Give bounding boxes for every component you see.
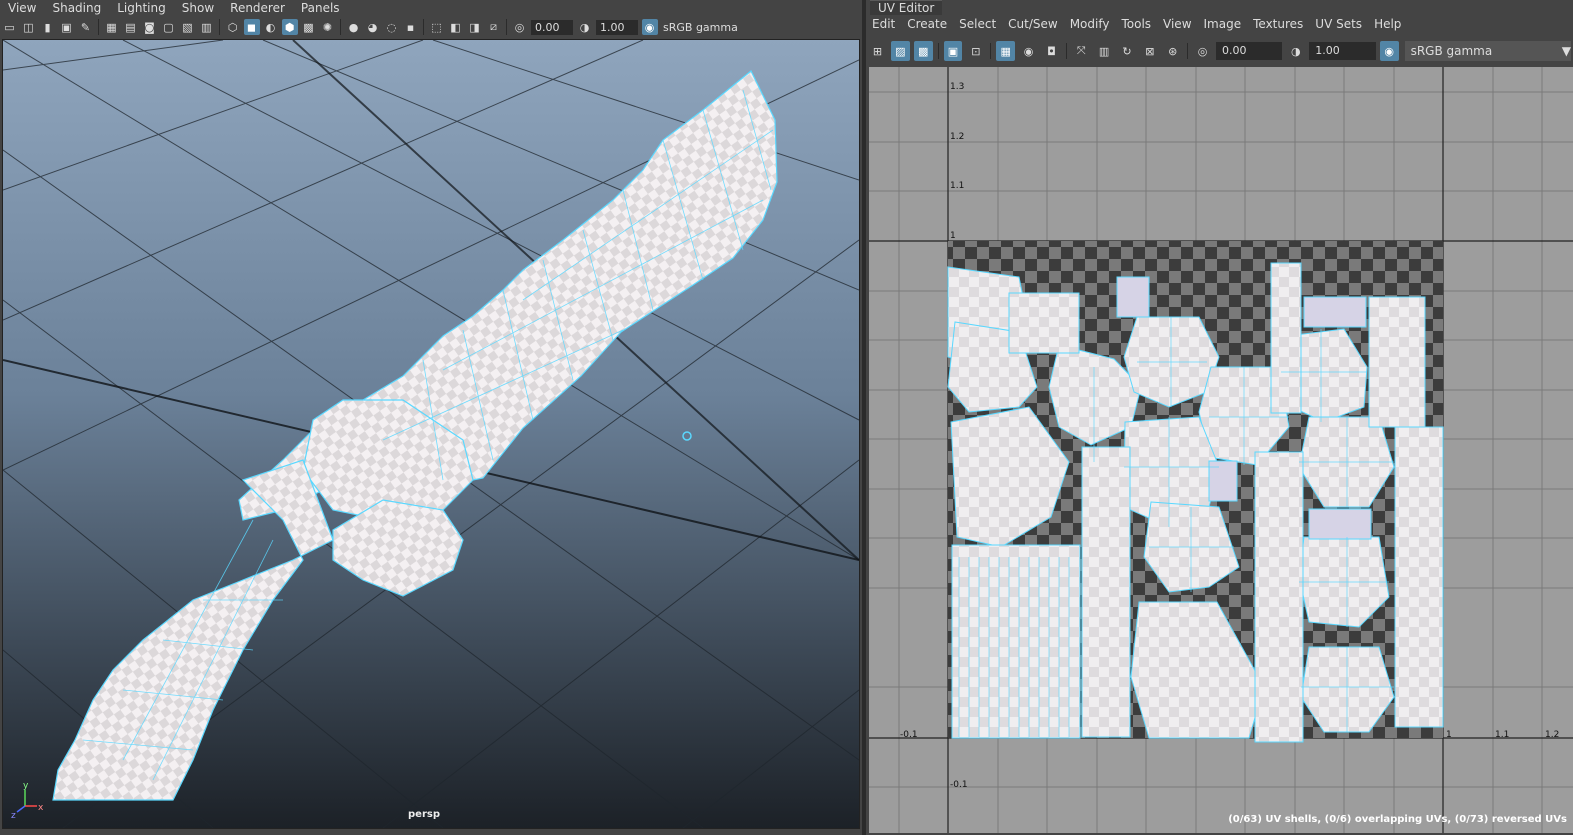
uv-filter-icon[interactable]: ⊠ (1140, 41, 1159, 61)
uv-display-grid-icon[interactable]: ▦ (996, 41, 1016, 61)
uv-psd-icon[interactable]: ⊛ (1163, 41, 1182, 61)
uv-menu-image[interactable]: Image (1198, 17, 1248, 31)
uv-refresh-icon[interactable]: ↻ (1118, 41, 1137, 61)
safe-action-icon[interactable]: ▥ (199, 19, 215, 35)
uv-checker-icon[interactable]: ⊡ (966, 41, 985, 61)
uv-canvas: 1.3 1.2 1.1 1 -0.1 -0.1 1 1.1 1.2 (869, 67, 1573, 833)
menu-panels[interactable]: Panels (293, 0, 348, 16)
xray-active-icon[interactable]: ◨ (467, 19, 483, 35)
chevron-down-icon: ▼ (1561, 44, 1571, 58)
uv-pixel-snap-icon[interactable]: ◉ (1019, 41, 1038, 61)
smooth-shade-icon[interactable]: ◼ (243, 19, 260, 35)
menu-view[interactable]: View (0, 0, 44, 16)
uv-menu-tools[interactable]: Tools (1115, 17, 1157, 31)
svg-text:-0.1: -0.1 (900, 730, 918, 740)
svg-text:-0.1: -0.1 (950, 780, 968, 790)
color-space-label[interactable]: sRGB gamma (663, 21, 738, 34)
uv-grid-view[interactable]: 1.3 1.2 1.1 1 -0.1 -0.1 1 1.1 1.2 (0/63)… (869, 67, 1573, 833)
exposure-field[interactable]: 0.00 (531, 19, 573, 35)
uv-menu-modify[interactable]: Modify (1064, 17, 1116, 31)
viewport-panel: View Shading Lighting Show Renderer Pane… (0, 0, 862, 835)
use-default-material-icon[interactable]: ◐ (263, 19, 279, 35)
perspective-viewport[interactable]: y x z (2, 39, 860, 829)
uv-editor-panel: UV Editor Edit Create Select Cut/Sew Mod… (866, 0, 1573, 835)
svg-text:1.1: 1.1 (950, 181, 964, 191)
uv-gamma-icon[interactable]: ◑ (1286, 41, 1305, 61)
gamma-icon[interactable]: ◑ (577, 19, 593, 35)
exposure-icon[interactable]: ◎ (512, 19, 528, 35)
viewport-scene: y x z (3, 40, 859, 828)
svg-text:1.1: 1.1 (1495, 730, 1509, 740)
menu-renderer[interactable]: Renderer (222, 0, 293, 16)
film-gate-icon[interactable]: ▤ (123, 19, 139, 35)
uv-editor-toolbar: ⊞ ▨ ▩ ▣ ⊡ ▦ ◉ ◘ ⤧ ▥ ↻ ⊠ ⊛ ◎ 0.00 ◑ 1.00 … (866, 38, 1571, 64)
camera-label: persp (408, 809, 440, 820)
uv-distortion-icon[interactable]: ▩ (913, 41, 933, 61)
uv-color-management-icon[interactable]: ◉ (1379, 41, 1399, 61)
select-camera-icon[interactable]: ▭ (2, 19, 18, 35)
uv-menu-help[interactable]: Help (1368, 17, 1407, 31)
menu-lighting[interactable]: Lighting (109, 0, 174, 16)
grease-pencil-icon[interactable]: ✎ (78, 19, 94, 35)
uv-snapshot-icon[interactable]: ◘ (1042, 41, 1061, 61)
uv-dim-image-icon[interactable]: ⤧ (1072, 41, 1091, 61)
uv-editor-title[interactable]: UV Editor (870, 0, 943, 15)
uv-gamma-field[interactable]: 1.00 (1309, 42, 1376, 60)
uv-exposure-icon[interactable]: ◎ (1193, 41, 1212, 61)
uv-shaded-icon[interactable]: ▨ (890, 41, 910, 61)
grid-icon[interactable]: ▦ (104, 19, 120, 35)
menu-shading[interactable]: Shading (44, 0, 109, 16)
textured-icon[interactable]: ▩ (301, 19, 317, 35)
uv-texture-borders-icon[interactable]: ▣ (943, 41, 963, 61)
camera-attributes-icon[interactable]: ◫ (21, 19, 37, 35)
uv-menu-edit[interactable]: Edit (866, 17, 901, 31)
ambient-occlusion-icon[interactable]: ◕ (365, 19, 381, 35)
svg-text:1: 1 (1446, 730, 1452, 740)
uv-menu-cut-sew[interactable]: Cut/Sew (1002, 17, 1064, 31)
gate-mask-icon[interactable]: ▢ (161, 19, 177, 35)
xray-joints-icon[interactable]: ⧄ (486, 19, 502, 35)
svg-text:z: z (11, 811, 16, 821)
menu-show[interactable]: Show (174, 0, 222, 16)
isolate-select-icon[interactable]: ⬚ (429, 19, 445, 35)
resolution-gate-icon[interactable]: ◙ (142, 19, 158, 35)
svg-text:1.2: 1.2 (1545, 730, 1559, 740)
color-management-icon[interactable]: ◉ (641, 19, 658, 35)
xray-icon[interactable]: ◧ (448, 19, 464, 35)
svg-text:1.2: 1.2 (950, 132, 964, 142)
svg-text:y: y (23, 781, 29, 791)
uv-image-display-icon[interactable]: ▥ (1095, 41, 1114, 61)
uv-exposure-field[interactable]: 0.00 (1216, 42, 1283, 60)
gamma-field[interactable]: 1.00 (596, 19, 638, 35)
wireframe-icon[interactable]: ⬡ (225, 19, 241, 35)
lights-icon[interactable]: ✺ (320, 19, 336, 35)
svg-text:1: 1 (950, 231, 956, 241)
uv-grid-toggle-icon[interactable]: ⊞ (868, 41, 887, 61)
uv-menu-create[interactable]: Create (901, 17, 953, 31)
viewport-toolbar: ▭ ◫ ▮ ▣ ✎ ▦ ▤ ◙ ▢ ▧ ▥ ⬡ ◼ ◐ ⬢ ▩ ✺ ● ◕ ◌ … (0, 17, 862, 37)
uv-menu-view[interactable]: View (1157, 17, 1197, 31)
uv-status-readout: (0/63) UV shells, (0/6) overlapping UVs,… (1228, 814, 1567, 825)
motion-blur-icon[interactable]: ◌ (384, 19, 400, 35)
uv-menu-textures[interactable]: Textures (1247, 17, 1309, 31)
uv-menu-select[interactable]: Select (953, 17, 1002, 31)
uv-shells[interactable] (947, 262, 1444, 743)
anti-aliasing-icon[interactable]: ▪ (403, 19, 419, 35)
wireframe-on-shaded-icon[interactable]: ⬢ (281, 19, 298, 35)
svg-text:x: x (38, 803, 44, 813)
shadows-icon[interactable]: ● (346, 19, 362, 35)
viewport-menubar: View Shading Lighting Show Renderer Pane… (0, 0, 348, 16)
bookmark-icon[interactable]: ▮ (40, 19, 56, 35)
uv-color-space-dropdown[interactable]: sRGB gamma ▼ (1404, 41, 1571, 61)
uv-menu-uv-sets[interactable]: UV Sets (1309, 17, 1368, 31)
svg-text:1.3: 1.3 (950, 82, 964, 92)
uv-color-space-label: sRGB gamma (1410, 44, 1493, 58)
uv-editor-menubar: Edit Create Select Cut/Sew Modify Tools … (866, 15, 1407, 33)
image-plane-icon[interactable]: ▣ (59, 19, 75, 35)
field-chart-icon[interactable]: ▧ (180, 19, 196, 35)
